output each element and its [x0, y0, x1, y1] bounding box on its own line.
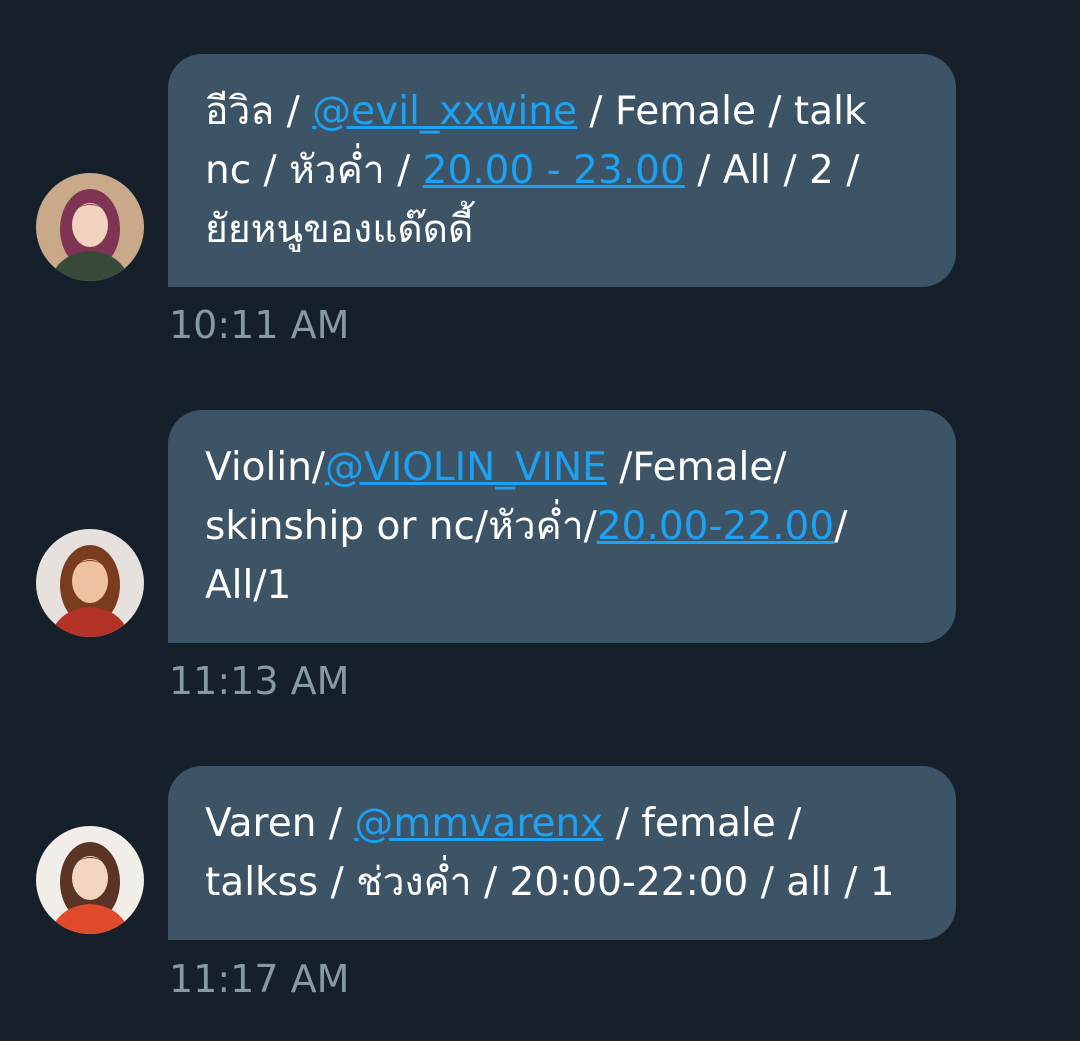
message-text: Violin/	[205, 445, 326, 490]
message-timestamp: 11:17 AM	[169, 957, 350, 1001]
message-bubble: Varen / @mmvarenx / female / talkss / ช่ว…	[168, 766, 956, 940]
message-line: อีวิล / @evil_xxwine / Female / talk	[205, 82, 916, 141]
message-timestamp: 10:11 AM	[169, 303, 350, 347]
message-link[interactable]: @VIOLIN_VINE	[325, 445, 607, 490]
message-line: All/1	[205, 556, 916, 615]
avatar[interactable]	[36, 529, 144, 637]
message-text: Varen /	[205, 801, 355, 846]
message-link[interactable]: @mmvarenx	[354, 801, 603, 846]
message-text: All/1	[205, 563, 292, 608]
message-bubble: อีวิล / @evil_xxwine / Female / talk nc /…	[168, 54, 956, 287]
message-text: / All / 2 /	[684, 148, 860, 193]
message-line: ยัยหนูของแด๊ดดี้	[205, 200, 916, 259]
message-line: nc / หัวค่ำ / 20.00 - 23.00 / All / 2 /	[205, 141, 916, 200]
message-text: / Female / talk	[577, 89, 867, 134]
message-line: Violin/@VIOLIN_VINE /Female/	[205, 438, 916, 497]
message-link[interactable]: 20.00 - 23.00	[423, 148, 685, 193]
message-bubble: Violin/@VIOLIN_VINE /Female/skinship or …	[168, 410, 956, 643]
message-line: skinship or nc/หัวค่ำ/20.00-22.00/	[205, 497, 916, 556]
message-link[interactable]: 20.00-22.00	[597, 504, 834, 549]
message-text: nc / หัวค่ำ /	[205, 148, 423, 193]
message-timestamp: 11:13 AM	[169, 659, 350, 703]
message-text: /Female/	[606, 445, 787, 490]
message-text: อีวิล /	[205, 89, 313, 134]
message-text: talkss / ช่วงค่ำ / 20:00-22:00 / all / 1	[205, 860, 895, 905]
message-line: talkss / ช่วงค่ำ / 20:00-22:00 / all / 1	[205, 853, 916, 912]
message-text: / female /	[603, 801, 802, 846]
avatar[interactable]	[36, 173, 144, 281]
message-text: skinship or nc/หัวค่ำ/	[205, 504, 597, 549]
avatar[interactable]	[36, 826, 144, 934]
message-line: Varen / @mmvarenx / female /	[205, 794, 916, 853]
message-text: /	[834, 504, 848, 549]
message-link[interactable]: @evil_xxwine	[312, 89, 577, 134]
message-text: ยัยหนูของแด๊ดดี้	[205, 207, 474, 252]
